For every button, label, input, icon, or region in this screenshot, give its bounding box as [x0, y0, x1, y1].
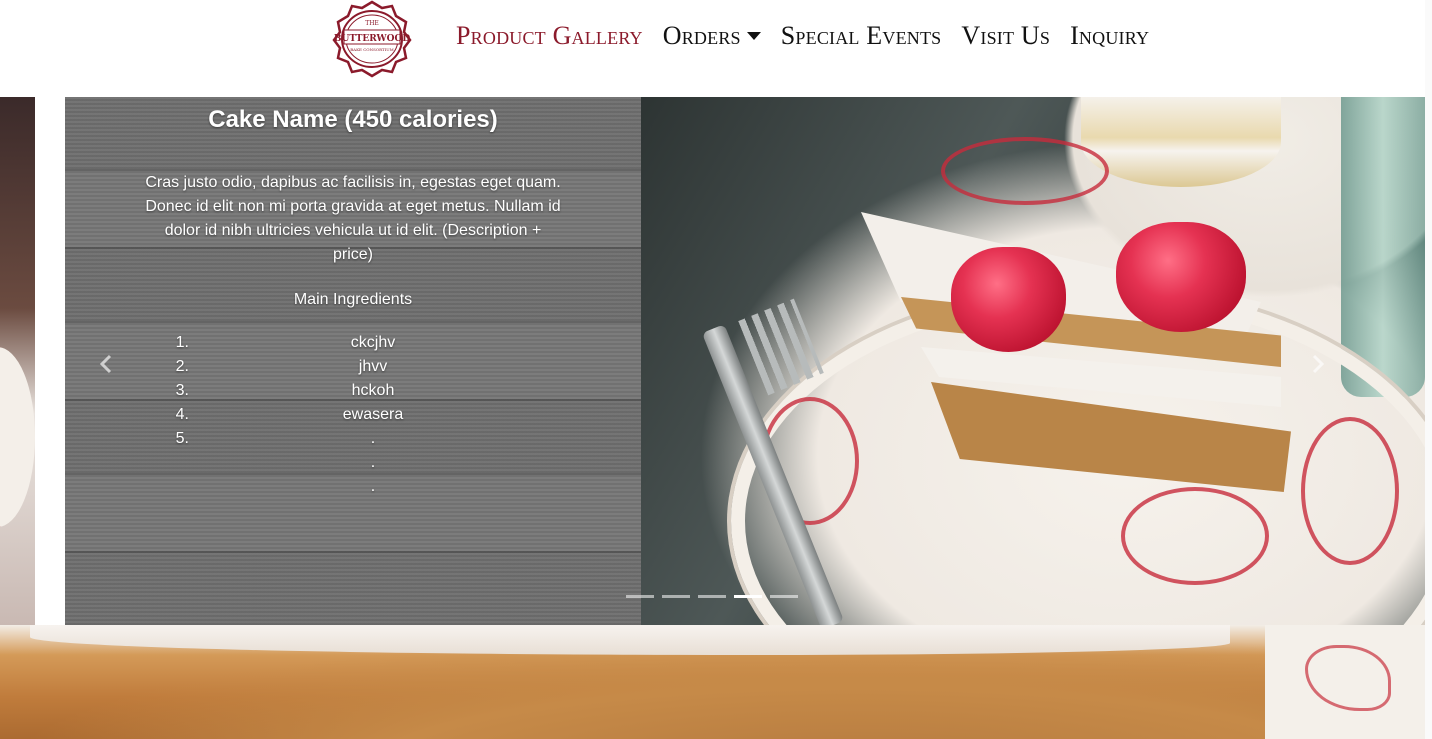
cake-title: Cake Name (450 calories)	[208, 106, 498, 133]
product-carousel: Cake Name (450 calories) Cras justo odio…	[35, 97, 1425, 625]
chevron-right-icon	[1312, 354, 1325, 374]
page-scrollbar[interactable]	[1425, 0, 1432, 739]
chevron-left-icon	[99, 354, 112, 374]
ingredients-list: 1. ckcjhv 2. jhvv 3. hckoh 4. ewasera 5.. . …	[65, 331, 641, 499]
list-item: 5..	[65, 427, 641, 451]
ingredient-name: .	[370, 430, 376, 447]
navbar: THE BUTTERWOOD BAKE CONSORTIUM Product G…	[0, 0, 1425, 97]
ingredient-number: 4.	[175, 406, 189, 423]
ingredient-name: ckcjhv	[350, 334, 396, 351]
carousel-prev-button[interactable]	[87, 344, 127, 384]
carousel-indicator-5[interactable]	[770, 595, 798, 598]
ingredient-number: 5.	[175, 430, 189, 447]
nav-visit-us[interactable]: Visit Us	[961, 20, 1050, 52]
carousel-next-button[interactable]	[1297, 344, 1337, 384]
ingredient-number: 1.	[175, 334, 189, 351]
list-item: 1. ckcjhv	[65, 331, 641, 355]
list-item: .	[65, 451, 641, 475]
ingredient-number: 3.	[175, 382, 189, 399]
ingredient-number: 2.	[175, 358, 189, 375]
logo-text-bottom: BAKE CONSORTIUM	[350, 47, 394, 52]
carousel-indicator-4[interactable]	[734, 595, 762, 598]
raspberry	[951, 247, 1066, 352]
logo-text-main: BUTTERWOOD	[334, 34, 410, 44]
ingredient-name: .	[370, 454, 376, 471]
logo-text-top: THE	[365, 20, 379, 27]
nav-product-gallery[interactable]: Product Gallery	[456, 20, 643, 52]
main-nav: Product Gallery Orders Special Events Vi…	[456, 20, 1169, 52]
ingredient-name: hckoh	[351, 382, 395, 399]
ingredient-name: jhvv	[358, 358, 388, 375]
nav-inquiry[interactable]: Inquiry	[1070, 20, 1149, 52]
list-item: .	[65, 475, 641, 499]
raspberry	[1116, 222, 1246, 332]
carousel-indicator-3[interactable]	[698, 595, 726, 598]
caret-down-icon	[746, 32, 761, 40]
ingredient-name: .	[370, 478, 376, 495]
ingredient-name: ewasera	[342, 406, 404, 423]
slide-caption: Cake Name (450 calories) Cras justo odio…	[65, 97, 641, 625]
carousel-indicator-1[interactable]	[626, 595, 654, 598]
brand-logo[interactable]: THE BUTTERWOOD BAKE CONSORTIUM	[330, 0, 414, 78]
list-item: 2. jhvv	[65, 355, 641, 379]
background-photo-left-edge	[0, 97, 35, 625]
list-item: 3. hckoh	[65, 379, 641, 403]
nav-special-events[interactable]: Special Events	[781, 20, 942, 52]
carousel-indicator-2[interactable]	[662, 595, 690, 598]
nav-orders-dropdown[interactable]: Orders	[663, 20, 761, 52]
list-item: 4. ewasera	[65, 403, 641, 427]
carousel-indicators	[626, 595, 798, 598]
water-glass	[1341, 97, 1425, 397]
background-photo-bottom	[0, 625, 1425, 739]
cake-slice	[861, 167, 1291, 547]
cake-description: Cras justo odio, dapibus ac facilisis in…	[145, 174, 561, 263]
nav-orders-label: Orders	[662, 21, 741, 50]
ingredients-heading: Main Ingredients	[293, 291, 413, 308]
